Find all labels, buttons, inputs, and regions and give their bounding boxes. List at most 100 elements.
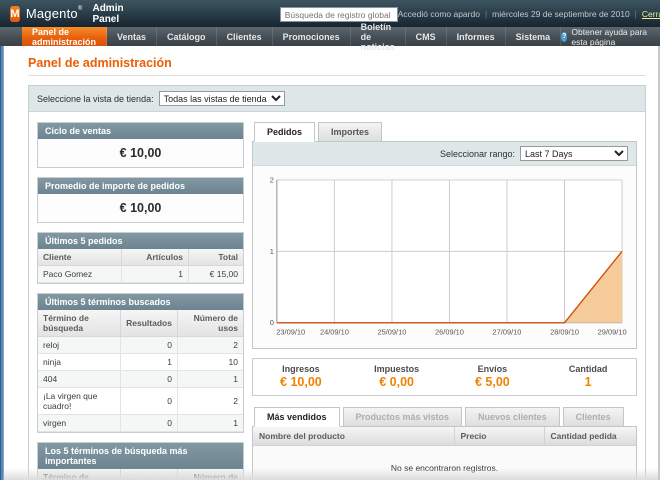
table-row[interactable]: 40401: [38, 371, 243, 388]
last-search-header: Término de búsquedaResultadosNúmero de u…: [38, 310, 243, 337]
stat-value: € 10,00: [253, 375, 349, 389]
help-label: Obtener ayuda para esta página: [571, 27, 648, 47]
help-link[interactable]: ? Obtener ayuda para esta página: [561, 27, 660, 46]
last-search-body: reloj02ninja11040401¡La virgen que cuadr…: [38, 337, 243, 432]
logout-link[interactable]: Cerrar Sesión: [642, 9, 660, 19]
cell-num: 1: [122, 266, 189, 283]
tab-mas-vendidos[interactable]: Más vendidos: [254, 407, 340, 427]
store-view-select[interactable]: Todas las vistas de tienda: [159, 91, 285, 106]
table-row[interactable]: Paco Gomez1€ 15,00: [38, 266, 243, 283]
tab-nuevos-clientes[interactable]: Nuevos clientes: [465, 407, 560, 427]
nav-item-promociones[interactable]: Promociones: [273, 27, 351, 46]
lifetime-sales-widget: Ciclo de ventas € 10,00: [37, 122, 244, 168]
range-select[interactable]: Last 7 Days: [520, 146, 628, 161]
lifetime-sales-value: € 10,00: [38, 139, 243, 167]
nav-item-sistema[interactable]: Sistema: [506, 27, 562, 46]
table-header-row: Término de búsquedaResultadosNúmero de u…: [38, 310, 243, 337]
last-search-title: Últimos 5 términos buscados: [38, 294, 243, 310]
stat-label: Envíos: [445, 364, 541, 374]
window-left-edge: [0, 46, 4, 480]
nav-item-informes[interactable]: Informes: [447, 27, 506, 46]
svg-text:0: 0: [270, 318, 274, 327]
stat-cantidad: Cantidad1: [540, 364, 636, 389]
nav-item-boletin-de-noticias[interactable]: Boletín de noticias: [351, 27, 406, 46]
cell-num: 0: [121, 415, 178, 432]
cell-num: 1: [177, 415, 243, 432]
separator: |: [485, 9, 487, 19]
svg-text:26/09/10: 26/09/10: [435, 328, 464, 337]
current-date: miércoles 29 de septiembre de 2010: [492, 9, 630, 19]
tab-importes[interactable]: Importes: [318, 122, 382, 142]
nav-item-cms[interactable]: CMS: [406, 27, 447, 46]
cell-term: ¡La virgen que cuadro!: [38, 388, 121, 415]
col-cantidad-pedida: Cantidad pedida: [544, 427, 636, 446]
col-precio: Precio: [454, 427, 544, 446]
table-header-row: ClienteArtículosTotal: [38, 249, 243, 266]
cell-num: 10: [177, 354, 243, 371]
store-view-label: Seleccione la vista de tienda:: [37, 94, 154, 104]
last-orders-header: ClienteArtículosTotal: [38, 249, 243, 266]
totals-bar: Ingresos€ 10,00Impuestos€ 0,00Envíos€ 5,…: [252, 358, 637, 396]
svg-text:29/09/10: 29/09/10: [598, 328, 627, 337]
table-row[interactable]: ninja110: [38, 354, 243, 371]
table-row[interactable]: reloj02: [38, 337, 243, 354]
svg-text:28/09/10: 28/09/10: [550, 328, 579, 337]
nav-item-ventas[interactable]: Ventas: [107, 27, 157, 46]
tab-pedidos[interactable]: Pedidos: [254, 122, 315, 142]
col-nombre-del-producto: Nombre del producto: [253, 427, 454, 446]
cell-num: 1: [177, 371, 243, 388]
cell-num: 2: [177, 337, 243, 354]
svg-text:2: 2: [270, 175, 274, 184]
cell-num: 2: [177, 388, 243, 415]
cell-term: ninja: [38, 354, 121, 371]
orders-chart-panel: Seleccionar rango: Last 7 Days 01223/09/…: [252, 141, 637, 349]
stat-impuestos: Impuestos€ 0,00: [349, 364, 445, 389]
svg-text:24/09/10: 24/09/10: [320, 328, 349, 337]
logo-title-text: Magento: [26, 6, 78, 21]
magento-logo-icon: M: [10, 6, 20, 22]
col-articulos: Artículos: [122, 249, 189, 266]
store-view-bar: Seleccione la vista de tienda: Todas las…: [29, 86, 645, 112]
col-numero-de-usos: Número de usos: [177, 310, 243, 337]
dashboard-container: Seleccione la vista de tienda: Todas las…: [28, 85, 646, 480]
orders-chart: 01223/09/1024/09/1025/09/1026/09/1027/09…: [253, 166, 636, 348]
stat-label: Impuestos: [349, 364, 445, 374]
separator: |: [635, 9, 637, 19]
window-bottom-edge: [0, 468, 660, 480]
top-header: M Magento® Admin Panel Accedió como apar…: [0, 0, 660, 27]
orders-area-chart-svg: 01223/09/1024/09/1025/09/1026/09/1027/09…: [259, 172, 628, 339]
cell-num: € 15,00: [189, 266, 243, 283]
global-search-input[interactable]: [280, 7, 398, 22]
nav-item-catalogo[interactable]: Catálogo: [157, 27, 217, 46]
svg-text:27/09/10: 27/09/10: [493, 328, 522, 337]
logo-title: Magento®: [26, 6, 83, 21]
global-search: [280, 5, 398, 23]
stat-envios: Envíos€ 5,00: [445, 364, 541, 389]
cell-term: Paco Gomez: [38, 266, 122, 283]
cell-term: reloj: [38, 337, 121, 354]
last-orders-title: Últimos 5 pedidos: [38, 233, 243, 249]
last-search-widget: Últimos 5 términos buscados Término de b…: [37, 293, 244, 433]
tab-productos-mas-vistos[interactable]: Productos más vistos: [343, 407, 463, 427]
average-orders-widget: Promedio de importe de pedidos € 10,00: [37, 177, 244, 223]
tab-clientes[interactable]: Clientes: [563, 407, 624, 427]
cell-term: virgen: [38, 415, 121, 432]
stat-ingresos: Ingresos€ 10,00: [253, 364, 349, 389]
cell-num: 0: [121, 371, 178, 388]
magento-logo: M Magento® Admin Panel: [10, 3, 130, 25]
nav-item-clientes[interactable]: Clientes: [217, 27, 273, 46]
left-column: Ciclo de ventas € 10,00 Promedio de impo…: [37, 122, 244, 480]
col-total: Total: [189, 249, 243, 266]
stat-label: Cantidad: [540, 364, 636, 374]
logo-subtitle: Admin Panel: [92, 3, 129, 25]
right-column: PedidosImportes Seleccionar rango: Last …: [252, 122, 637, 480]
svg-text:1: 1: [270, 247, 274, 256]
table-row[interactable]: ¡La virgen que cuadro!02: [38, 388, 243, 415]
cell-num: 1: [121, 354, 178, 371]
table-row[interactable]: virgen01: [38, 415, 243, 432]
svg-text:25/09/10: 25/09/10: [377, 328, 406, 337]
col-resultados: Resultados: [121, 310, 178, 337]
average-orders-value: € 10,00: [38, 194, 243, 222]
stat-label: Ingresos: [253, 364, 349, 374]
nav-item-panel-de-administracion[interactable]: Panel de administración: [22, 27, 107, 46]
